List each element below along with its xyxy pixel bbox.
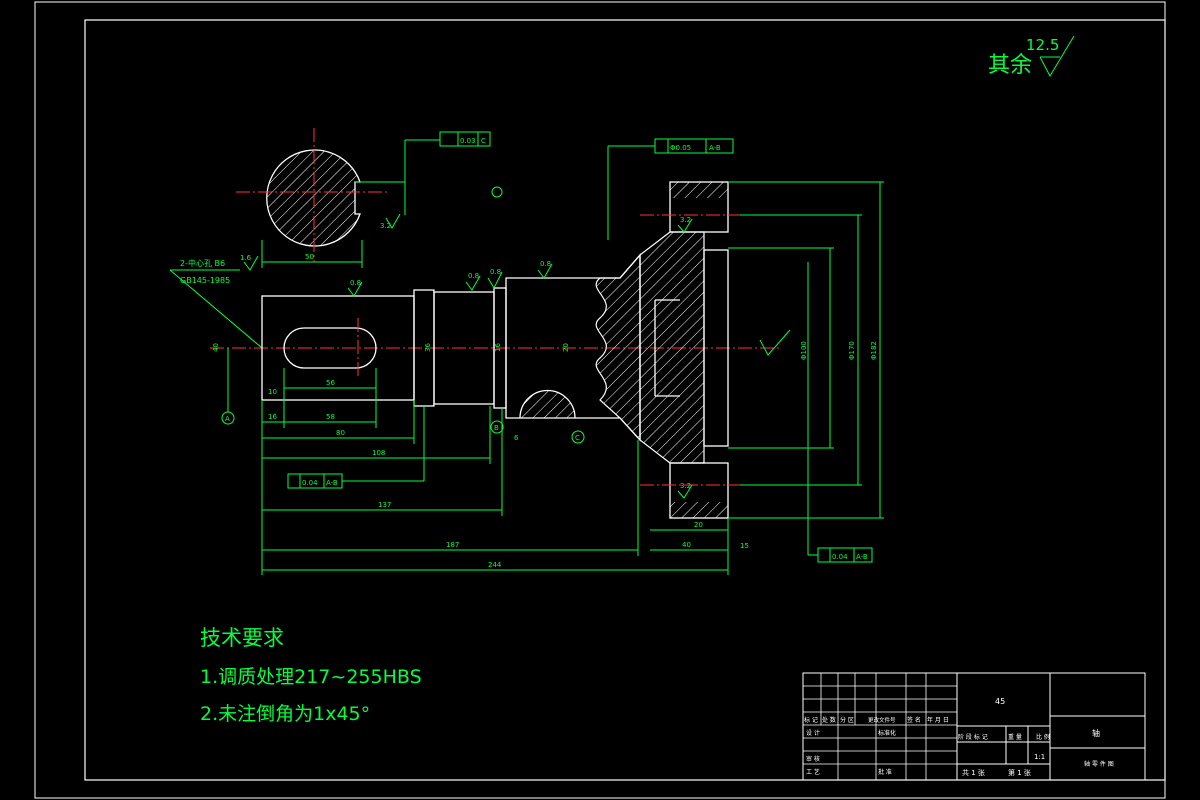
svg-text:重 量: 重 量: [1008, 733, 1022, 741]
svg-text:244: 244: [488, 561, 502, 569]
tech-item-2: 2.未注倒角为1x45°: [200, 703, 370, 725]
svg-text:10: 10: [268, 388, 277, 396]
tech-requirements: 技术要求 1.调质处理217~255HBS 2.未注倒角为1x45°: [200, 626, 422, 725]
svg-text:A-B: A-B: [856, 553, 868, 561]
cad-drawing: 其余 12.5 50 0.03 C 3.2 2-中心孔 B6 GB145-198…: [34, 1, 1166, 799]
svg-text:标 记: 标 记: [804, 716, 818, 724]
section-circle: [266, 149, 361, 247]
roughness-end-icon: [759, 329, 791, 356]
scale: 1:1: [1034, 753, 1045, 761]
svg-text:A-B: A-B: [326, 479, 338, 487]
svg-text:审 核: 审 核: [806, 755, 820, 763]
svg-text:阶 段 标 记: 阶 段 标 记: [958, 733, 988, 741]
svg-text:58: 58: [326, 413, 335, 421]
tech-item-1: 1.调质处理217~255HBS: [200, 666, 422, 688]
svg-text:工 艺: 工 艺: [806, 768, 820, 776]
gear-body: [639, 231, 705, 464]
svg-text:0.04: 0.04: [302, 479, 318, 487]
svg-text:B: B: [494, 424, 499, 432]
center-hole-note: 2-中心孔 B6 GB145-1985 1.6: [169, 254, 263, 349]
svg-text:A: A: [225, 415, 230, 423]
surface-roughness-note: 其余 12.5: [988, 35, 1075, 78]
svg-text:标准化: 标准化: [878, 729, 896, 737]
svg-text:6: 6: [514, 434, 519, 442]
svg-text:0.8: 0.8: [468, 272, 479, 280]
svg-text:Φ0.05: Φ0.05: [670, 144, 691, 152]
svg-text:设 计: 设 计: [806, 729, 820, 737]
svg-text:15: 15: [740, 542, 749, 550]
svg-text:批 准: 批 准: [878, 768, 892, 776]
svg-text:20: 20: [562, 343, 570, 352]
svg-text:0.8: 0.8: [490, 268, 501, 276]
svg-text:20: 20: [694, 521, 703, 529]
material: 45: [995, 697, 1005, 706]
svg-text:40: 40: [682, 541, 691, 549]
svg-text:40: 40: [212, 343, 220, 352]
svg-text:比 例: 比 例: [1036, 733, 1050, 741]
svg-text:56: 56: [326, 379, 335, 387]
svg-text:108: 108: [372, 449, 385, 457]
svg-text:处 数: 处 数: [822, 716, 836, 724]
sheets-total: 共 1 张: [962, 768, 985, 777]
svg-text:80: 80: [336, 429, 345, 437]
cross-section: 50 0.03 C 3.2: [236, 128, 491, 268]
tolerance-frame-2: [654, 138, 734, 154]
svg-text:16: 16: [268, 413, 277, 421]
svg-text:36: 36: [424, 343, 432, 352]
svg-text:分 区: 分 区: [840, 716, 854, 724]
svg-text:签 名: 签 名: [907, 716, 921, 724]
svg-text:0.03: 0.03: [460, 137, 476, 145]
svg-text:更改文件号: 更改文件号: [868, 716, 896, 724]
svg-text:年 月 日: 年 月 日: [927, 716, 949, 724]
sheet-no: 第 1 张: [1008, 768, 1031, 777]
svg-text:A-B: A-B: [709, 144, 721, 152]
svg-text:GB145-1985: GB145-1985: [180, 276, 230, 285]
svg-text:187: 187: [446, 541, 459, 549]
tech-title: 技术要求: [200, 626, 284, 650]
dim-section-width: 50: [305, 253, 314, 261]
svg-text:C: C: [481, 137, 486, 145]
svg-text:2-中心孔 B6: 2-中心孔 B6: [180, 258, 225, 268]
svg-text:0.04: 0.04: [832, 553, 848, 561]
svg-text:Φ100: Φ100: [800, 341, 808, 360]
part-name: 轴: [1092, 728, 1100, 738]
drawing-code: 轴 零 件 图: [1084, 760, 1114, 768]
svg-text:16: 16: [494, 343, 502, 352]
svg-text:Φ182: Φ182: [870, 341, 878, 360]
roughness-label: 其余: [988, 53, 1032, 78]
svg-text:Φ170: Φ170: [848, 341, 856, 360]
svg-text:0.8: 0.8: [540, 260, 551, 268]
roughness-value: 12.5: [1026, 36, 1059, 54]
svg-text:1.6: 1.6: [240, 254, 252, 262]
svg-text:137: 137: [378, 501, 391, 509]
title-block: 45 轴 1:1 比 例 重 量 阶 段 标 记 共 1 张 第 1 张 轴 零…: [802, 672, 1146, 781]
svg-text:C: C: [575, 434, 580, 442]
